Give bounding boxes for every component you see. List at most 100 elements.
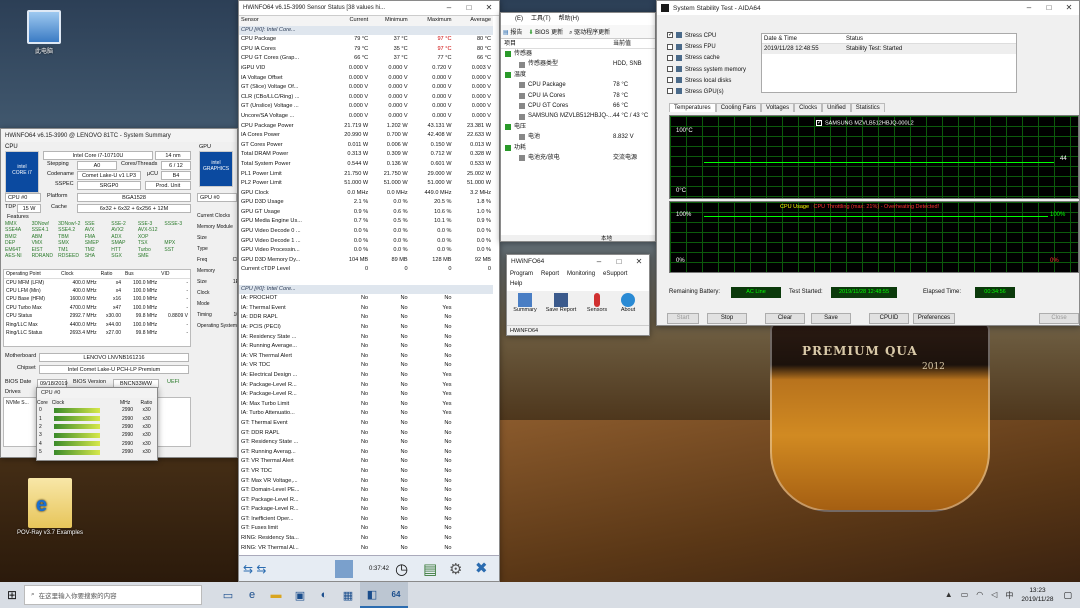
task-view-icon[interactable]: ▭ bbox=[216, 582, 240, 608]
sensor-row[interactable]: GT (Unslice) Voltage ... 0.000 V 0.000 V 0.… bbox=[239, 102, 493, 112]
sensor-row[interactable]: Current cTDP Level 0 0 0 0 bbox=[239, 265, 493, 275]
sensor-row[interactable]: IA: Electrical Design ... No No Yes bbox=[239, 371, 493, 381]
tree-group[interactable]: 传感器 bbox=[501, 49, 655, 59]
sensor-row[interactable]: IA: Package-Level R... No No Yes bbox=[239, 390, 493, 400]
app-icon[interactable]: ◐ bbox=[312, 582, 336, 608]
sensor-titlebar[interactable]: HWiNFO64 v6.15-3990 Sensor Status [38 va… bbox=[239, 1, 499, 15]
tree-item[interactable]: 电池 8.832 V bbox=[501, 132, 655, 142]
sensor-row[interactable]: IA Voltage Offset 0.000 V 0.000 V 0.000 V 0.… bbox=[239, 74, 493, 84]
sensor-col-header[interactable]: Minimum bbox=[370, 16, 409, 26]
sensor-row[interactable]: GPU Video Decode 0 ... 0.0 % 0.0 % 0.0 % 0.0… bbox=[239, 227, 493, 237]
maximize-button[interactable]: □ bbox=[1039, 1, 1059, 15]
sensor-row[interactable]: PL1 Power Limit 21.750 W 21.750 W 29.000 W 2… bbox=[239, 170, 493, 180]
tab-cooling-fans[interactable]: Cooling Fans bbox=[715, 103, 762, 112]
sensor-row[interactable]: GT: Domain-Level PE... No No No bbox=[239, 486, 493, 496]
tree-item[interactable]: CPU Package 78 °C bbox=[501, 80, 655, 90]
tray-icon[interactable]: ▲ bbox=[945, 590, 953, 601]
maximize-button[interactable]: □ bbox=[459, 1, 479, 15]
sensor-col-header[interactable]: Sensor bbox=[239, 16, 331, 26]
save-button[interactable]: Save bbox=[811, 313, 851, 324]
hwinfo-titlebar[interactable]: HWiNFO64 – □ ✕ bbox=[507, 255, 649, 267]
tree-item[interactable]: 传感器类型 HDD, SNB bbox=[501, 59, 655, 69]
sensor-col-header[interactable]: Current bbox=[331, 16, 370, 26]
hwinfo-menu-item[interactable]: eSupport bbox=[603, 269, 627, 279]
minimize-button[interactable]: – bbox=[1019, 1, 1039, 15]
stress-option[interactable]: ✓ Stress CPU bbox=[667, 31, 763, 42]
summary-titlebar[interactable]: HWiNFO64 v6.15-3990 @ LENOVO 81TC - Syst… bbox=[1, 129, 237, 142]
sensor-row[interactable]: GT: DDR RAPL No No No bbox=[239, 429, 493, 439]
battery-icon[interactable]: ▭ bbox=[961, 590, 969, 601]
sensor-col-header[interactable]: Maximum bbox=[410, 16, 454, 26]
driver-update-button[interactable]: ⌕ 驱动程序更新 bbox=[569, 27, 610, 37]
notification-icon[interactable]: ▢ bbox=[1063, 590, 1072, 601]
sensor-row[interactable]: CPU GT Cores (Grap... 66 °C 37 °C 77 °C 66 °… bbox=[239, 54, 493, 64]
sensor-row[interactable]: GPU Video Processin... 0.0 % 0.0 % 0.0 % 0.0… bbox=[239, 246, 493, 256]
checkbox[interactable] bbox=[667, 88, 673, 95]
tab-clocks[interactable]: Clocks bbox=[794, 103, 823, 112]
bios-update-button[interactable]: ⬇ BIOS 更新 bbox=[528, 27, 563, 36]
tab-statistics[interactable]: Statistics bbox=[850, 103, 885, 112]
tree-item[interactable]: CPU GT Cores 66 °C bbox=[501, 101, 655, 111]
col-item[interactable]: 项目 bbox=[501, 39, 613, 48]
sensor-row[interactable]: IA: Thermal Event No No Yes bbox=[239, 304, 493, 314]
checkbox[interactable]: ✓ bbox=[667, 32, 673, 39]
checkbox[interactable] bbox=[667, 77, 673, 84]
tree-item[interactable]: CPU IA Cores 78 °C bbox=[501, 91, 655, 101]
sensor-row[interactable]: GT (Slice) Voltage Of... 0.000 V 0.000 V 0.… bbox=[239, 83, 493, 93]
sensor-row[interactable]: GPU D3D Memory Dy... 104 MB 89 MB 128 MB 92 … bbox=[239, 256, 493, 266]
wifi-icon[interactable]: ◠ bbox=[976, 590, 983, 601]
sensor-row[interactable]: GT Cores Power 0.011 W 0.006 W 0.150 W 0.013… bbox=[239, 141, 493, 151]
edge-icon[interactable]: e bbox=[240, 582, 264, 608]
desktop-icon-povray[interactable]: e POV-Ray v3.7 Examples bbox=[10, 478, 90, 536]
sensor-row[interactable]: GPU GT Usage 0.9 % 0.6 % 10.6 % 1.0 % bbox=[239, 208, 493, 218]
sensor-row[interactable]: GT: Package-Level R... No No No bbox=[239, 505, 493, 515]
close-icon[interactable]: ✖ bbox=[475, 559, 488, 577]
sensor-col-header[interactable]: Average bbox=[454, 16, 494, 26]
sensor-row[interactable]: CPU Package 79 °C 37 °C 97 °C 80 °C bbox=[239, 35, 493, 45]
hwinfo-taskbar-icon[interactable]: ◧ bbox=[360, 582, 384, 608]
checkbox[interactable] bbox=[667, 54, 673, 61]
sensor-row[interactable]: GT: Running Averag... No No No bbox=[239, 448, 493, 458]
tree-group[interactable]: 温度 bbox=[501, 70, 655, 80]
sensor-row[interactable]: GPU D3D Usage 2.1 % 0.0 % 20.5 % 1.8 % bbox=[239, 198, 493, 208]
hwinfo-menu-item[interactable]: Program bbox=[510, 269, 533, 279]
sensor-row[interactable]: GT: VR TDC No No No bbox=[239, 467, 493, 477]
stability-titlebar[interactable]: System Stability Test - AIDA64 – □ ✕ bbox=[657, 1, 1079, 15]
sensor-row[interactable]: iGPU VID 0.000 V 0.000 V 0.720 V 0.003 V bbox=[239, 64, 493, 74]
minimize-button[interactable]: – bbox=[589, 255, 609, 269]
stress-option[interactable]: Stress cache bbox=[667, 53, 763, 64]
sensor-row[interactable]: IA: Max Turbo Limit No No Yes bbox=[239, 400, 493, 410]
add-icon[interactable]: ▤ bbox=[423, 560, 437, 578]
cpu-select[interactable]: CPU #0 bbox=[5, 193, 41, 202]
sensor-row[interactable]: IA: PROCHOT No No No bbox=[239, 294, 493, 304]
hwinfo-menu-item[interactable]: Monitoring bbox=[567, 269, 595, 279]
legend-checkbox[interactable]: ✓ bbox=[816, 120, 822, 126]
sensor-row[interactable]: GT: Thermal Event No No No bbox=[239, 419, 493, 429]
report-button[interactable]: ▤ 报告 bbox=[503, 27, 522, 36]
close-button[interactable]: ✕ bbox=[629, 255, 649, 269]
checkbox[interactable] bbox=[667, 66, 673, 73]
sensor-row[interactable]: IA: VR Thermal Alert No No No bbox=[239, 352, 493, 362]
stress-option[interactable]: Stress GPU(s) bbox=[667, 87, 763, 98]
network-icon[interactable] bbox=[335, 560, 353, 578]
aida-menu-item[interactable]: 帮助(H) bbox=[559, 13, 579, 25]
arrows-icon[interactable]: ⇆ ⇆ bbox=[243, 562, 266, 576]
sensor-row[interactable]: RING: Residency Sta... No No No bbox=[239, 534, 493, 544]
settings-icon[interactable]: ⚙ bbox=[449, 560, 462, 578]
sensor-row[interactable]: GT: Residency State ... No No No bbox=[239, 438, 493, 448]
sensor-row[interactable]: IA: VR TDC No No No bbox=[239, 361, 493, 371]
sensor-row[interactable]: IA Cores Power 20.990 W 0.700 W 42.408 W 22.… bbox=[239, 131, 493, 141]
tab-temperatures[interactable]: Temperatures bbox=[669, 103, 716, 112]
stress-option[interactable]: Stress FPU bbox=[667, 42, 763, 53]
checkbox[interactable] bbox=[667, 43, 673, 50]
sensor-row[interactable]: CLR (CBo/LLC/Ring) ... 0.000 V 0.000 V 0.00… bbox=[239, 93, 493, 103]
desktop-icon-this-pc[interactable]: 此电脑 bbox=[14, 10, 74, 55]
sensor-row[interactable]: GPU Clock 0.0 MHz 0.0 MHz 449.0 MHz 3.2 MHz bbox=[239, 189, 493, 199]
clocks-titlebar[interactable]: CPU #0 bbox=[37, 388, 157, 398]
volume-icon[interactable]: ◁ bbox=[991, 590, 997, 601]
stress-option[interactable]: Stress system memory bbox=[667, 65, 763, 76]
start-button[interactable]: Start bbox=[667, 313, 699, 324]
sensor-row[interactable]: CPU IA Cores 79 °C 35 °C 97 °C 80 °C bbox=[239, 45, 493, 55]
save-report-button[interactable]: Save Report bbox=[544, 293, 578, 313]
minimize-button[interactable]: – bbox=[439, 1, 459, 15]
